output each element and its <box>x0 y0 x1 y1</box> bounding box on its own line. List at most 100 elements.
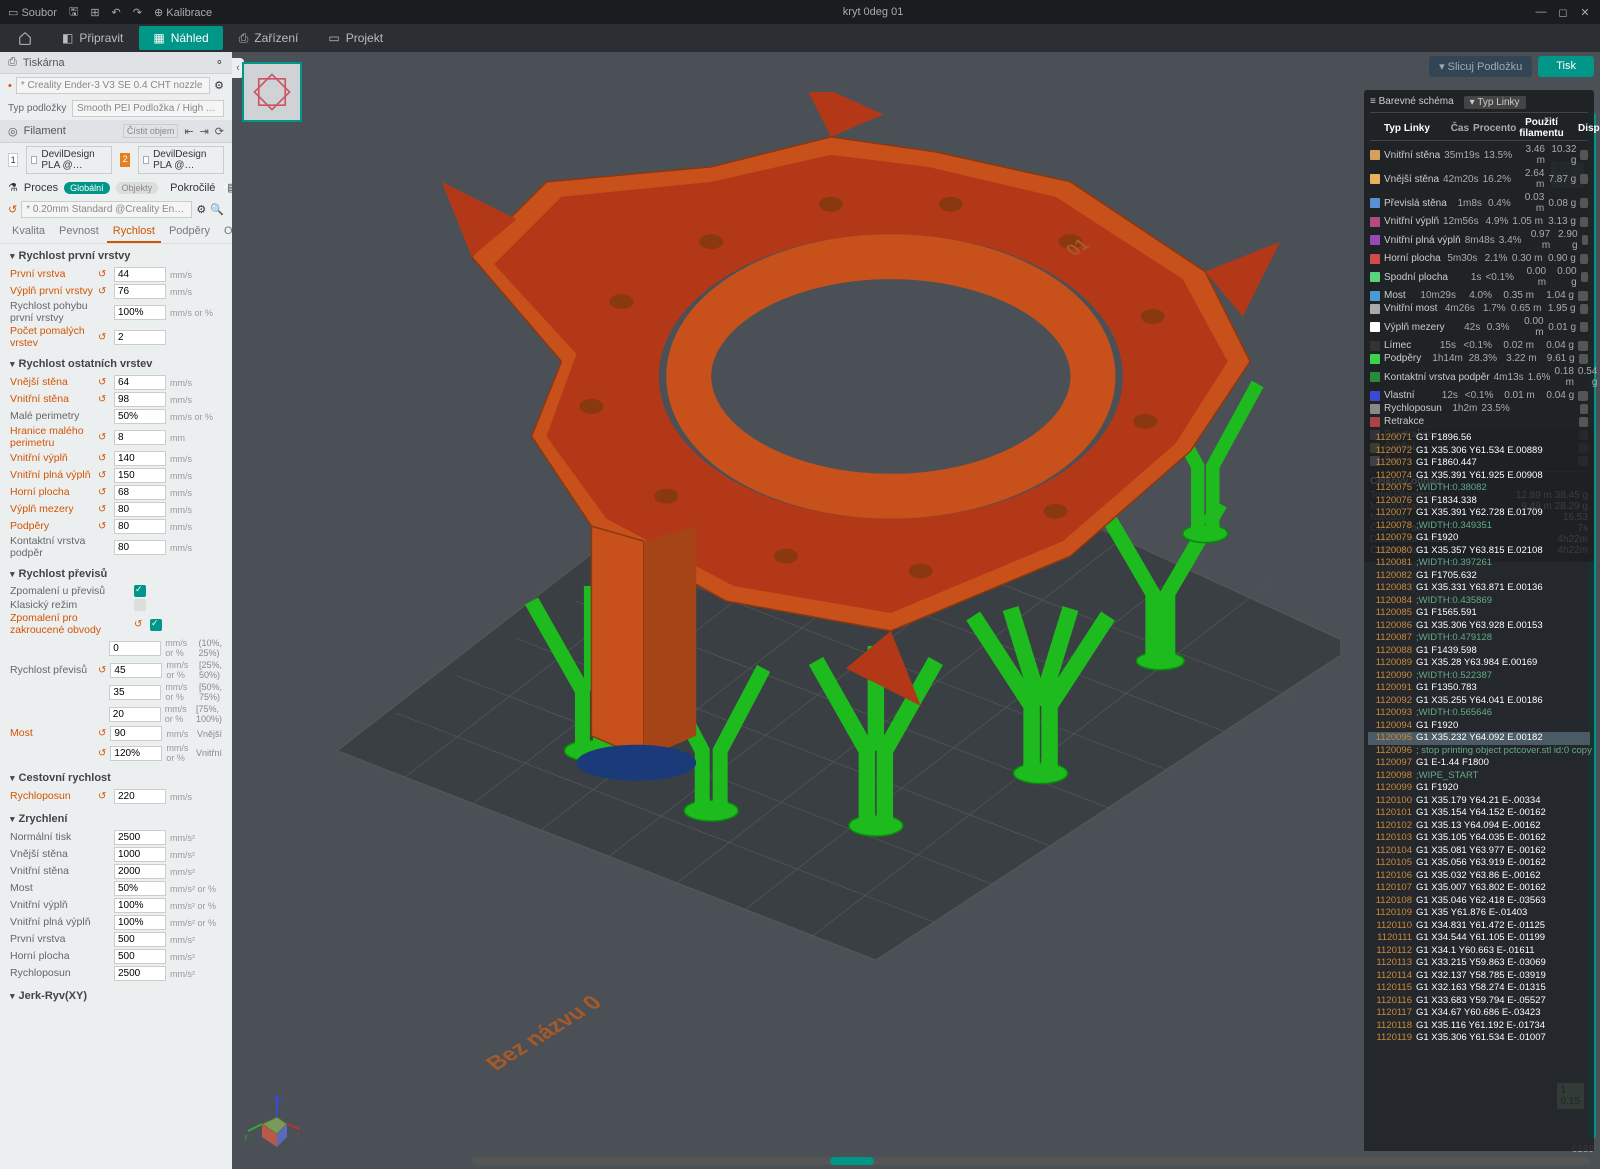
visibility-toggle[interactable] <box>1580 198 1588 208</box>
move-slider[interactable]: 6189 <box>472 1157 1590 1165</box>
minimize-icon[interactable]: — <box>1534 5 1548 19</box>
gcode-line[interactable]: 1120080 G1 X35.357 Y63.815 E.02108 <box>1368 545 1590 558</box>
gcode-line[interactable]: 1120111 G1 X34.544 Y61.105 E-.01199 <box>1368 932 1590 945</box>
printer-settings-icon[interactable]: ⚙ <box>214 79 224 92</box>
gcode-line[interactable]: 1120082 G1 F1705.632 <box>1368 570 1590 583</box>
gcode-line[interactable]: 1120078 ;WIDTH:0.349351 <box>1368 520 1590 533</box>
bed-select[interactable]: Smooth PEI Podložka / High Temp P… <box>72 100 224 117</box>
visibility-toggle[interactable] <box>1580 217 1588 227</box>
legend-row[interactable]: Kontaktní vrstva podpěr 4m13s 1.6% 0.18 … <box>1370 365 1588 389</box>
gcode-line[interactable]: 1120103 G1 X35.105 Y64.035 E-.00162 <box>1368 832 1590 845</box>
calibrate-menu[interactable]: ⊕ Kalibrace <box>154 6 212 19</box>
legend-row[interactable]: Vnitřní most 4m26s 1.7% 0.65 m 1.95 g <box>1370 302 1588 315</box>
scope-global[interactable]: Globální <box>64 182 110 194</box>
visibility-toggle[interactable] <box>1579 354 1588 364</box>
filament-section-header[interactable]: ◎ Filament Čístit objem ⇤ ⇥ ⟳ <box>0 120 232 143</box>
gcode-line[interactable]: 1120101 G1 X35.154 Y64.152 E-.00162 <box>1368 807 1590 820</box>
gcode-line[interactable]: 1120072 G1 X35.306 Y61.534 E.00889 <box>1368 445 1590 458</box>
param-input[interactable] <box>114 485 166 500</box>
param-input[interactable] <box>114 932 166 947</box>
param-input[interactable] <box>114 267 166 282</box>
gcode-line[interactable]: 1120117 G1 X34.67 Y60.686 E-.03423 <box>1368 1007 1590 1020</box>
param-input[interactable] <box>114 451 166 466</box>
gcode-line[interactable]: 1120085 G1 F1565.591 <box>1368 607 1590 620</box>
visibility-toggle[interactable] <box>1578 341 1588 351</box>
param-input[interactable] <box>109 641 161 656</box>
profile-search-icon[interactable]: 🔍 <box>210 203 224 216</box>
gcode-line[interactable]: 1120075 ;WIDTH:0.38082 <box>1368 482 1590 495</box>
fil-sync-icon[interactable]: ⟳ <box>215 125 224 138</box>
gcode-line[interactable]: 1120099 G1 F1920 <box>1368 782 1590 795</box>
visibility-toggle[interactable] <box>1582 235 1588 245</box>
reset-icon[interactable]: ↺ <box>98 791 110 802</box>
param-input[interactable] <box>114 284 166 299</box>
reset-icon[interactable]: ↺ <box>98 748 106 759</box>
profile-select[interactable]: * 0.20mm Standard @Creality Ender3V3S… <box>21 201 192 218</box>
param-input[interactable] <box>110 746 162 761</box>
tab-support[interactable]: Podpěry <box>163 221 216 243</box>
param-checkbox[interactable] <box>150 619 162 631</box>
legend-row[interactable]: Vnější stěna 42m20s 16.2% 2.64 m 7.87 g <box>1370 167 1588 191</box>
legend-row[interactable]: Vnitřní plná výplň 8m48s 3.4% 0.97 m 2.9… <box>1370 228 1588 252</box>
gcode-line[interactable]: 1120093 ;WIDTH:0.565646 <box>1368 707 1590 720</box>
clear-volume-button[interactable]: Čístit objem <box>123 124 179 138</box>
slice-button[interactable]: ▾ Slicuj Podložku <box>1429 56 1532 77</box>
param-input[interactable] <box>114 540 166 555</box>
group-header[interactable]: Zrychlení <box>0 809 232 829</box>
reset-icon[interactable]: ↺ <box>134 619 146 630</box>
home-tab[interactable] <box>4 26 46 50</box>
legend-row[interactable]: Horní plocha 5m30s 2.1% 0.30 m 0.90 g <box>1370 252 1588 265</box>
gcode-3d-view[interactable]: Bez názvu 0 01 <box>292 92 1340 1129</box>
file-menu[interactable]: ▭ Soubor <box>8 6 57 19</box>
gcode-line[interactable]: 1120089 G1 X35.28 Y63.984 E.00169 <box>1368 657 1590 670</box>
gcode-line[interactable]: 1120118 G1 X35.116 Y61.192 E-.01734 <box>1368 1020 1590 1033</box>
param-input[interactable] <box>109 707 161 722</box>
gcode-line[interactable]: 1120094 G1 F1920 <box>1368 720 1590 733</box>
gcode-line[interactable]: 1120119 G1 X35.306 Y61.534 E-.01007 <box>1368 1032 1590 1045</box>
gcode-line[interactable]: 1120110 G1 X34.831 Y61.472 E-.01125 <box>1368 920 1590 933</box>
param-input[interactable] <box>114 502 166 517</box>
filament-1[interactable]: DevilDesign PLA @… <box>26 146 112 174</box>
param-input[interactable] <box>109 685 161 700</box>
save-icon[interactable]: 🖫 <box>69 3 78 22</box>
connect-icon[interactable]: ⚬ <box>215 56 224 69</box>
gcode-line[interactable]: 1120114 G1 X32.137 Y58.785 E-.03919 <box>1368 970 1590 983</box>
gcode-line[interactable]: 1120073 G1 F1860.447 <box>1368 457 1590 470</box>
group-header[interactable]: Rychlost ostatních vrstev <box>0 354 232 374</box>
gcode-line[interactable]: 1120113 G1 X33.215 Y59.863 E-.03069 <box>1368 957 1590 970</box>
param-input[interactable] <box>114 898 166 913</box>
visibility-toggle[interactable] <box>1580 322 1588 332</box>
gcode-line[interactable]: 1120074 G1 X35.391 Y61.925 E.00908 <box>1368 470 1590 483</box>
legend-row[interactable]: Límec 15s <0.1% 0.02 m 0.04 g <box>1370 339 1588 352</box>
reset-icon[interactable]: ↺ <box>98 487 110 498</box>
gcode-line[interactable]: 1120107 G1 X35.007 Y63.802 E-.00162 <box>1368 882 1590 895</box>
gcode-line[interactable]: 1120115 G1 X32.163 Y58.274 E-.01315 <box>1368 982 1590 995</box>
visibility-toggle[interactable] <box>1578 391 1588 401</box>
legend-row[interactable]: Most 10m29s 4.0% 0.35 m 1.04 g <box>1370 289 1588 302</box>
reset-icon[interactable]: ↺ <box>98 394 110 405</box>
legend-row[interactable]: Vlastní 12s <0.1% 0.01 m 0.04 g <box>1370 389 1588 402</box>
gcode-line[interactable]: 1120071 G1 F1896.56 <box>1368 432 1590 445</box>
printer-select[interactable]: * Creality Ender-3 V3 SE 0.4 CHT nozzle <box>16 77 210 94</box>
group-header[interactable]: Cestovní rychlost <box>0 768 232 788</box>
visibility-toggle[interactable] <box>1579 417 1588 427</box>
axis-gizmo[interactable]: z x y <box>242 1089 302 1149</box>
gcode-line[interactable]: 1120090 ;WIDTH:0.522387 <box>1368 670 1590 683</box>
filament-slot-2[interactable]: 2 <box>120 153 130 167</box>
param-input[interactable] <box>114 330 166 345</box>
legend-row[interactable]: Převislá stěna 1m8s 0.4% 0.03 m 0.08 g <box>1370 191 1588 215</box>
filament-2[interactable]: DevilDesign PLA @… <box>138 146 224 174</box>
gcode-line[interactable]: 1120079 G1 F1920 <box>1368 532 1590 545</box>
reset-profile-icon[interactable]: ↺ <box>8 203 17 216</box>
param-input[interactable] <box>114 430 166 445</box>
param-input[interactable] <box>114 375 166 390</box>
gcode-line[interactable]: 1120086 G1 X35.306 Y63.928 E.00153 <box>1368 620 1590 633</box>
fil-export-icon[interactable]: ⇥ <box>200 125 209 138</box>
visibility-toggle[interactable] <box>1580 174 1588 184</box>
param-input[interactable] <box>114 392 166 407</box>
gcode-line[interactable]: 1120100 G1 X35.179 Y64.21 E-.00334 <box>1368 795 1590 808</box>
gcode-line[interactable]: 1120108 G1 X35.046 Y62.418 E-.03563 <box>1368 895 1590 908</box>
tab-prepare[interactable]: ◧ Připravit <box>48 26 137 50</box>
fil-import-icon[interactable]: ⇤ <box>184 125 193 138</box>
print-button[interactable]: Tisk <box>1538 56 1594 77</box>
